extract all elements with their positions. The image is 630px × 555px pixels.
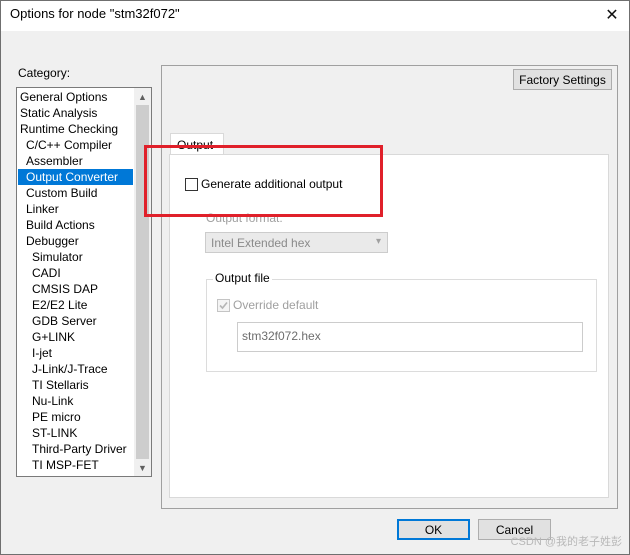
category-item[interactable]: General Options: [18, 89, 133, 105]
category-item[interactable]: Simulator: [18, 249, 133, 265]
category-item[interactable]: Static Analysis: [18, 105, 133, 121]
tab-output[interactable]: Output: [170, 133, 224, 155]
output-file-group-label: Output file: [213, 271, 272, 285]
category-item[interactable]: CADI: [18, 265, 133, 281]
category-item[interactable]: E2/E2 Lite: [18, 297, 133, 313]
watermark: CSDN @我的老子姓彭: [510, 536, 622, 548]
chevron-down-icon: ▾: [375, 236, 381, 247]
category-item[interactable]: Debugger: [18, 233, 133, 249]
category-item[interactable]: Build Actions: [18, 217, 133, 233]
category-scrollbar[interactable]: ▲ ▼: [134, 88, 151, 476]
generate-output-label: Generate additional output: [201, 177, 343, 191]
category-item[interactable]: C/C++ Compiler: [18, 137, 133, 153]
output-format-select[interactable]: Intel Extended hex ▾: [205, 232, 388, 253]
category-item[interactable]: ST-LINK: [18, 425, 133, 441]
output-file-field[interactable]: stm32f072.hex: [237, 322, 583, 352]
category-item[interactable]: Output Converter: [18, 169, 133, 185]
close-icon[interactable]: ✕: [595, 1, 629, 29]
title-bar: Options for node "stm32f072" ✕: [1, 1, 629, 31]
category-list[interactable]: General Options Static Analysis Runtime Ch…: [16, 87, 152, 477]
category-item[interactable]: Third-Party Driver: [18, 441, 133, 457]
scroll-down-icon[interactable]: ▼: [134, 459, 151, 476]
category-item[interactable]: Assembler: [18, 153, 133, 169]
category-item[interactable]: CMSIS DAP: [18, 281, 133, 297]
window-title: Options for node "stm32f072": [10, 6, 180, 21]
output-format-value: Intel Extended hex: [211, 236, 311, 250]
generate-output-checkbox[interactable]: [185, 178, 198, 191]
scroll-up-icon[interactable]: ▲: [134, 88, 151, 105]
category-item[interactable]: TI Stellaris: [18, 377, 133, 393]
category-item[interactable]: Custom Build: [18, 185, 133, 201]
category-item[interactable]: G+LINK: [18, 329, 133, 345]
output-file-value: stm32f072.hex: [242, 329, 321, 343]
scroll-thumb[interactable]: [136, 105, 149, 459]
factory-settings-button[interactable]: Factory Settings: [513, 69, 612, 90]
category-item[interactable]: TI MSP-FET: [18, 457, 133, 473]
category-item[interactable]: Linker: [18, 201, 133, 217]
category-item[interactable]: PE micro: [18, 409, 133, 425]
override-default-checkbox[interactable]: [217, 299, 230, 312]
category-item[interactable]: Nu-Link: [18, 393, 133, 409]
ok-button[interactable]: OK: [397, 519, 470, 540]
category-item[interactable]: J-Link/J-Trace: [18, 361, 133, 377]
category-item[interactable]: GDB Server: [18, 313, 133, 329]
checkmark-icon: [219, 301, 228, 310]
category-item[interactable]: I-jet: [18, 345, 133, 361]
category-item[interactable]: Runtime Checking: [18, 121, 133, 137]
override-default-label: Override default: [233, 298, 319, 312]
category-label: Category:: [18, 66, 71, 80]
output-format-label: Output format:: [206, 211, 283, 225]
